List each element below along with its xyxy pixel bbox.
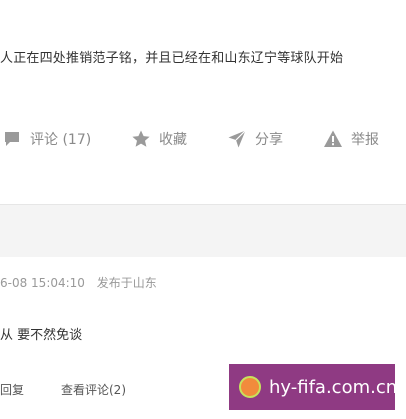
section-divider-band: [0, 204, 406, 257]
comment-icon: [2, 129, 22, 149]
share-button[interactable]: 分享: [227, 126, 283, 152]
comment-location: 发布于山东: [96, 276, 157, 290]
share-icon: [227, 129, 247, 149]
report-button[interactable]: 举报: [323, 126, 379, 152]
watermark-text: hy-fifa.com.cn: [269, 376, 398, 398]
site-watermark: hy-fifa.com.cn: [229, 364, 398, 410]
star-icon: [131, 129, 151, 149]
comment-timestamp: 6-08 15:04:10: [0, 276, 85, 290]
comment-meta: 6-08 15:04:10 发布于山东: [0, 274, 157, 291]
comment-button[interactable]: 评论 (17): [2, 126, 91, 152]
view-replies-button[interactable]: 查看评论(2): [61, 381, 126, 398]
comment-actions: 回复 查看评论(2): [0, 381, 126, 398]
reply-button[interactable]: 回复: [0, 383, 24, 397]
watermark-logo-icon: [239, 376, 261, 398]
comment-text: 从 要不然免谈: [0, 328, 83, 343]
collect-label: 收藏: [159, 132, 187, 148]
comment-label: 评论 (17): [30, 132, 92, 148]
report-label: 举报: [351, 132, 379, 148]
article-text-line: 人正在四处推销范子铭，并且已经在和山东辽宁等球队开始: [0, 51, 344, 66]
warning-icon: [323, 129, 343, 149]
share-label: 分享: [255, 132, 283, 148]
article-action-bar: 评论 (17) 收藏 分享 举报: [0, 126, 406, 152]
collect-button[interactable]: 收藏: [131, 126, 187, 152]
